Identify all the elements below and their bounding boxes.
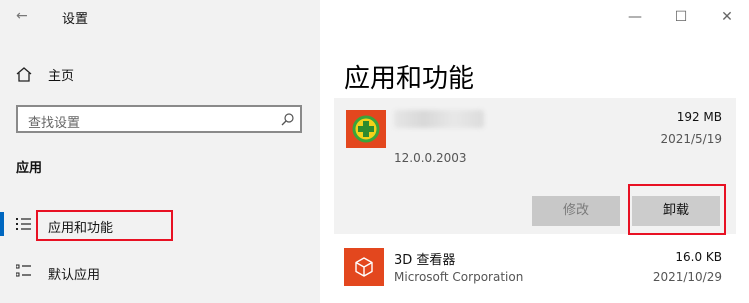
app-size: 192 MB: [676, 110, 722, 124]
app-name-redacted: [394, 110, 484, 128]
maximize-icon: ☐: [674, 9, 688, 25]
app-version: 12.0.0.2003: [394, 151, 467, 165]
app-install-date: 2021/10/29: [652, 270, 722, 284]
back-arrow-icon[interactable]: ←: [16, 9, 28, 23]
app-install-date: 2021/5/19: [660, 132, 722, 146]
plus-circle-icon: [352, 115, 380, 143]
window-title: 设置: [62, 12, 89, 27]
highlight-box-uninstall: [628, 184, 726, 235]
section-title-apps: 应用: [16, 161, 43, 176]
sidebar-item-label: 应用和功能: [48, 221, 114, 236]
modify-button[interactable]: 修改: [532, 196, 620, 226]
search-placeholder: 查找设置: [28, 116, 81, 131]
default-apps-icon: [16, 264, 31, 277]
main-content: — ☐ ✕ 应用和功能 192 MB 2021/5/19 12.0.0.2003…: [320, 0, 749, 303]
app-size: 16.0 KB: [675, 250, 722, 264]
app-publisher: Microsoft Corporation: [394, 270, 524, 284]
sidebar-item-home[interactable]: 主页: [16, 64, 136, 86]
home-label: 主页: [48, 69, 75, 84]
app-icon-360: [346, 110, 386, 148]
maximize-button[interactable]: ☐: [658, 8, 704, 26]
page-title: 应用和功能: [344, 64, 475, 94]
minimize-icon: —: [628, 9, 642, 25]
home-icon: [16, 67, 32, 82]
app-name: 3D 查看器: [394, 253, 456, 268]
sidebar: ← 设置 主页 查找设置 应用 应用和功能 默认应用: [0, 0, 320, 303]
search-icon[interactable]: [281, 113, 294, 126]
sidebar-item-label: 默认应用: [48, 268, 101, 283]
minimize-button[interactable]: —: [612, 8, 658, 26]
apps-list-icon: [16, 218, 31, 230]
sidebar-item-default-apps[interactable]: 默认应用: [0, 256, 320, 288]
close-button[interactable]: ✕: [704, 8, 749, 26]
sidebar-item-apps-features[interactable]: 应用和功能: [0, 208, 320, 242]
search-input[interactable]: 查找设置: [16, 105, 302, 133]
close-icon: ✕: [721, 9, 733, 25]
app-list-item-expanded[interactable]: 192 MB 2021/5/19 12.0.0.2003 修改 卸载: [334, 98, 736, 235]
cube-icon: [355, 257, 373, 277]
app-icon-3d-viewer: [344, 248, 384, 286]
